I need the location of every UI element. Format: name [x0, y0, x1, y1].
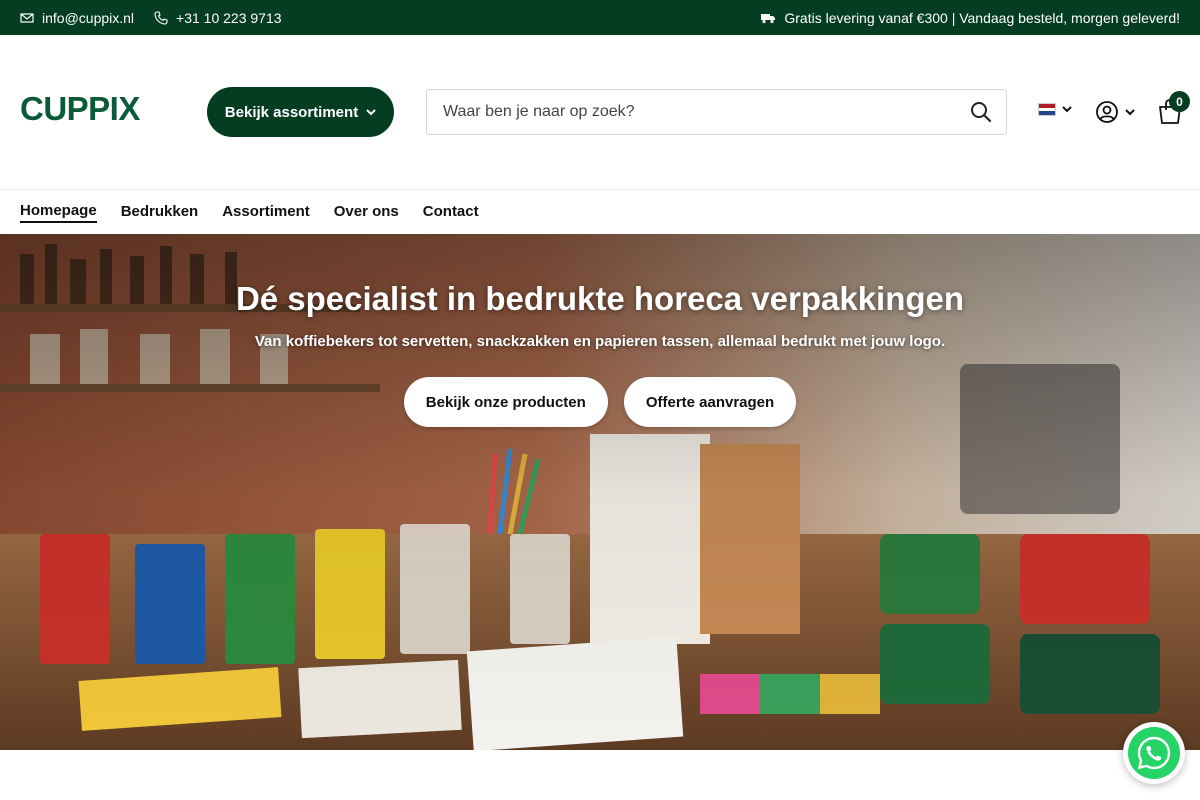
hero-title: Dé specialist in bedrukte horeca verpakk… — [235, 280, 965, 317]
chevron-down-icon — [366, 108, 376, 115]
shipping-text: Gratis levering vanaf €300 | Vandaag bes… — [784, 9, 1180, 26]
truck-icon — [761, 13, 776, 23]
search-icon[interactable] — [970, 101, 992, 123]
phone-icon — [154, 10, 168, 25]
nav-item-bedrukken[interactable]: Bedrukken — [121, 203, 199, 222]
request-quote-button[interactable]: Offerte aanvragen — [623, 377, 797, 427]
account-menu[interactable] — [1095, 100, 1135, 124]
main-navigation: Homepage Bedrukken Assortiment Over ons … — [0, 190, 1200, 234]
nav-item-over-ons[interactable]: Over ons — [334, 203, 399, 222]
language-selector[interactable] — [1038, 103, 1072, 116]
phone-link[interactable]: +31 10 223 9713 — [154, 10, 282, 26]
assortment-button[interactable]: Bekijk assortiment — [207, 87, 394, 137]
assortment-button-label: Bekijk assortiment — [224, 103, 359, 121]
email-text: info@cuppix.nl — [42, 9, 135, 26]
hero-subtitle: Van koffiebekers tot servetten, snackzak… — [254, 333, 946, 350]
nav-item-homepage[interactable]: Homepage — [20, 202, 97, 223]
hero-buttons: Bekijk onze producten Offerte aanvragen — [0, 377, 1200, 427]
site-header: CUPPIX Bekijk assortiment Waar ben je na… — [0, 35, 1200, 190]
hero-banner: Dé specialist in bedrukte horeca verpakk… — [0, 234, 1200, 750]
email-link[interactable]: info@cuppix.nl — [20, 10, 134, 26]
nav-item-assortiment[interactable]: Assortiment — [222, 203, 310, 222]
whatsapp-icon — [1128, 727, 1180, 779]
logo-text: CUPPIX — [20, 90, 140, 126]
cuppix-logo[interactable]: CUPPIX — [20, 90, 148, 126]
cart-count-badge: 0 — [1169, 91, 1190, 112]
nav-item-contact[interactable]: Contact — [423, 203, 479, 222]
mail-icon — [20, 12, 34, 23]
view-products-button[interactable]: Bekijk onze producten — [403, 377, 608, 427]
top-bar-contact: info@cuppix.nl +31 10 223 9713 — [20, 0, 282, 35]
chevron-down-icon — [1062, 106, 1072, 113]
whatsapp-button[interactable] — [1123, 722, 1185, 784]
search-bar — [426, 89, 1007, 135]
chevron-down-icon — [1125, 108, 1135, 115]
shipping-notice: Gratis levering vanaf €300 | Vandaag bes… — [760, 0, 1180, 35]
user-icon — [1096, 101, 1118, 123]
top-bar: info@cuppix.nl +31 10 223 9713 Gratis le… — [0, 0, 1200, 35]
netherlands-flag-icon — [1038, 103, 1056, 116]
search-input[interactable] — [443, 90, 943, 134]
phone-text: +31 10 223 9713 — [176, 9, 282, 26]
